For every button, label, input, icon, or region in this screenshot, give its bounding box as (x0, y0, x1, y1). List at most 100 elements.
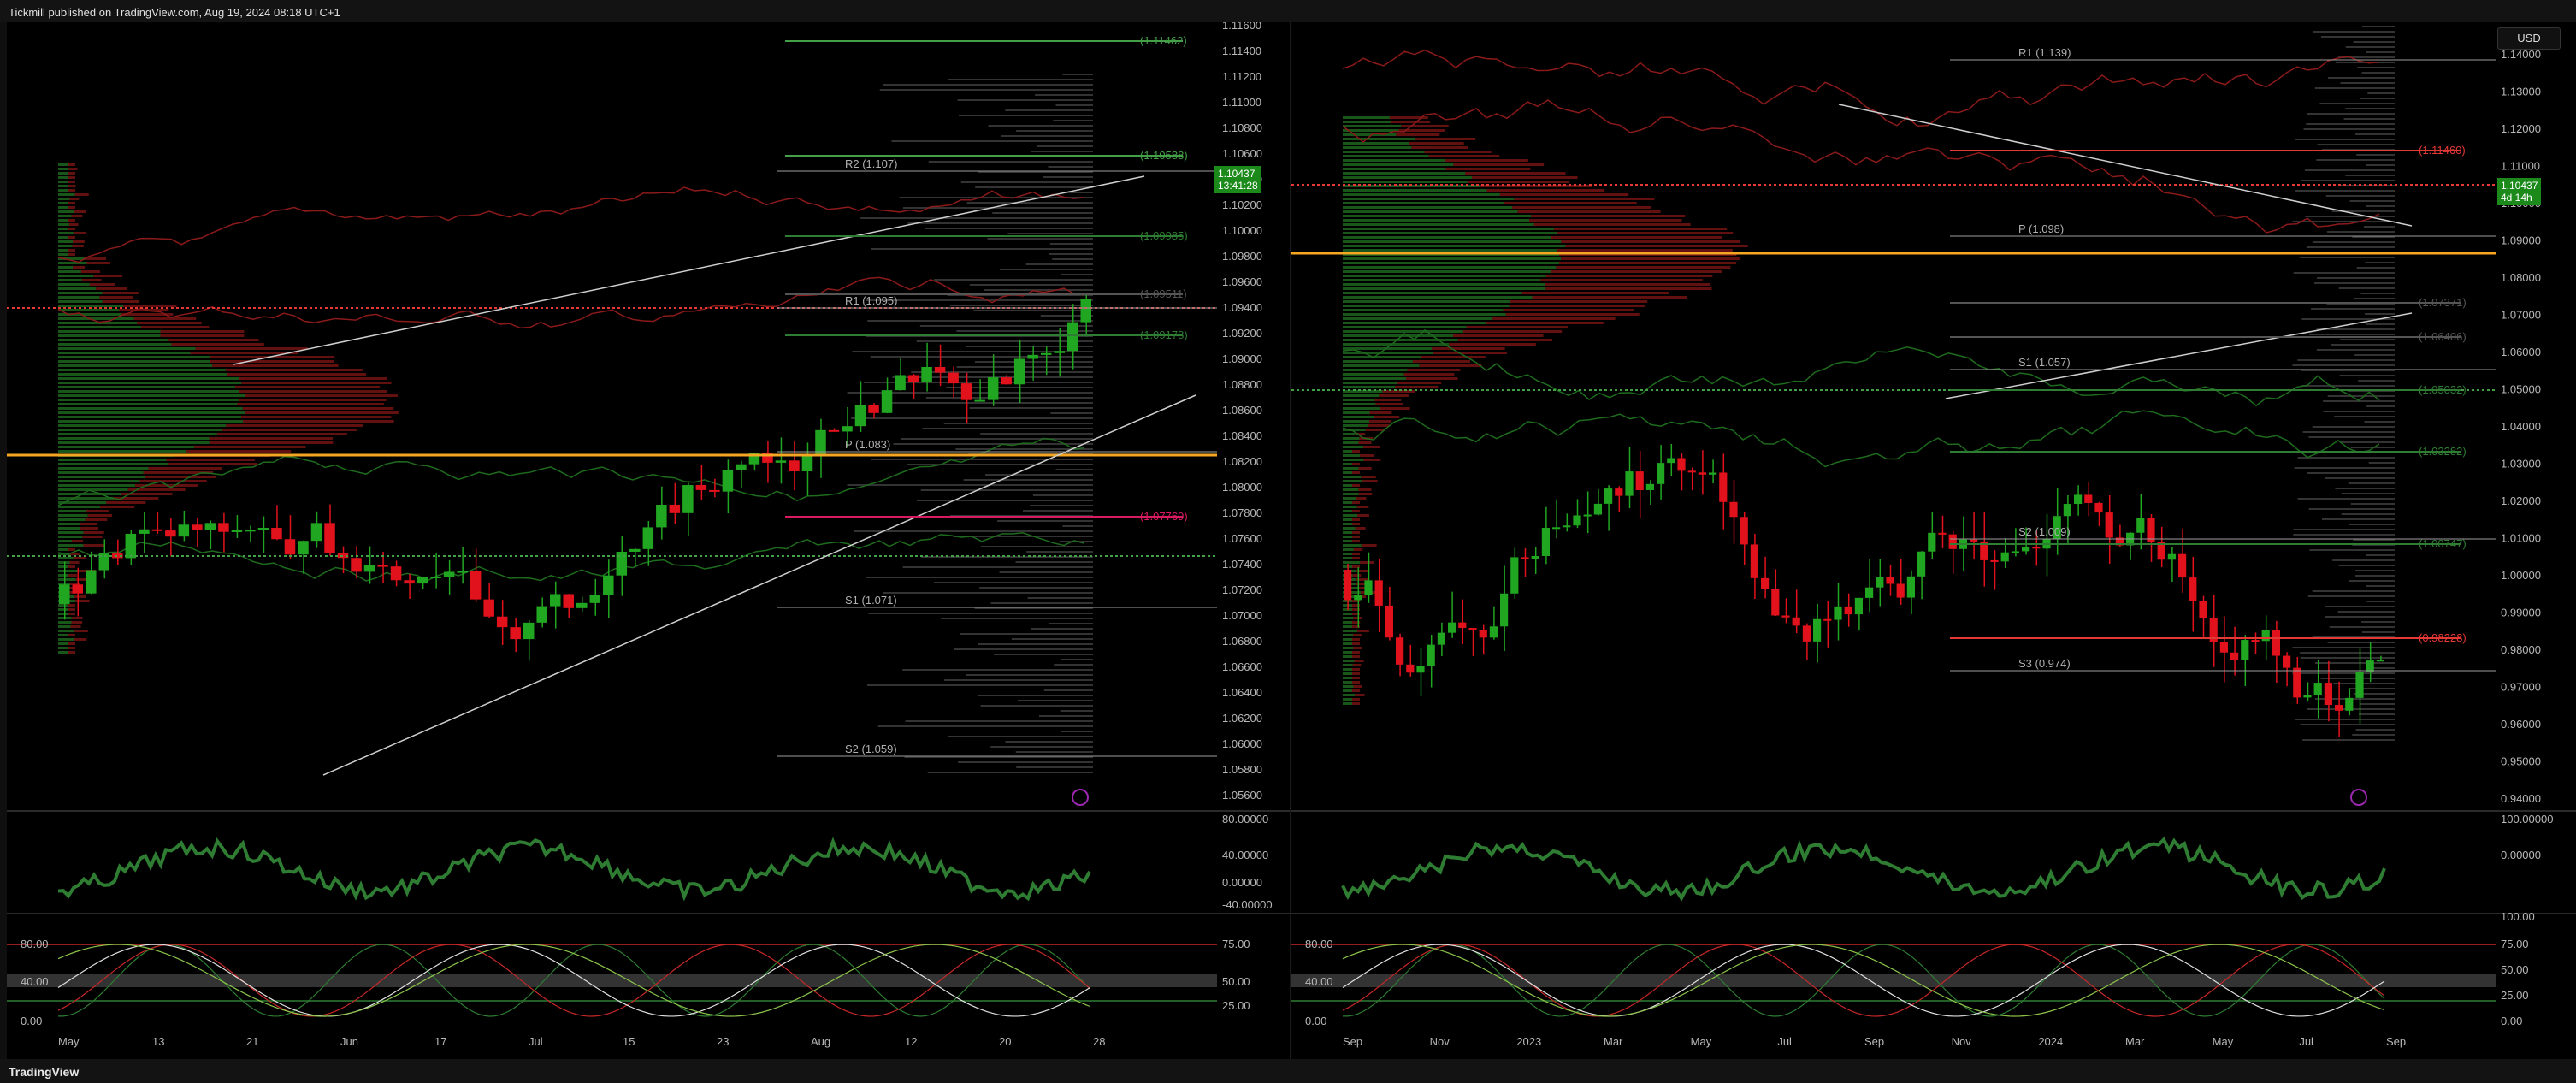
volume-profile-bar (1343, 672, 1352, 675)
volume-profile-bar (80, 270, 100, 273)
candle-body (1781, 615, 1790, 618)
volume-profile-bar (58, 471, 144, 474)
range-profile-bar (988, 125, 1093, 127)
x-axis-tick: May (1691, 1035, 1712, 1048)
volume-profile-bar (68, 613, 75, 615)
range-profile-bar (905, 720, 1093, 722)
range-profile-bar (2355, 133, 2395, 135)
osc2-left-tick: 0.00 (21, 1015, 42, 1027)
range-profile-bar (2294, 467, 2395, 469)
range-profile-bar (2329, 626, 2395, 628)
candle-body (1761, 577, 1770, 589)
volume-profile-bar (58, 305, 124, 307)
volume-profile-bar (1352, 681, 1360, 684)
x-axis-tick: Nov (1430, 1035, 1450, 1048)
volume-profile-bar (68, 189, 75, 192)
volume-profile-bar (58, 356, 210, 358)
range-profile-bar (2293, 529, 2395, 530)
volume-profile-bar (58, 424, 227, 427)
volume-profile-bar (1343, 463, 1352, 465)
volume-profile-bar (1514, 198, 1655, 200)
range-profile-bar (2358, 380, 2395, 382)
range-profile-bar (944, 679, 1093, 681)
range-profile-bar (1025, 263, 1093, 265)
volume-profile-bar (1358, 441, 1372, 444)
volume-profile-bar (58, 544, 84, 547)
volume-profile-bar (1343, 403, 1376, 405)
right-chart-canvas[interactable]: R1 (1.139) P (1.098) S1 (1.057) S2 (1.009) S… (1291, 22, 2576, 1059)
volume-profile-bar (74, 638, 87, 641)
candle-body (842, 426, 853, 432)
fib-label: (1.03282) (2419, 445, 2467, 458)
range-profile-bar (860, 217, 1093, 219)
volume-profile-bar (58, 647, 68, 649)
candle-body (178, 524, 190, 537)
range-profile-bar (2301, 385, 2395, 387)
bollinger-band (57, 186, 1085, 263)
candle-body (1970, 539, 1978, 542)
tradingview-logo[interactable]: TradingView (9, 1065, 79, 1079)
volume-profile-bar (1374, 416, 1400, 418)
volume-profile-bar (58, 180, 68, 183)
fib-label: (0.98228) (2419, 631, 2467, 644)
volume-profile-bar (1421, 356, 1486, 358)
range-profile-bar (987, 238, 1093, 240)
candle-body (192, 524, 203, 530)
candle-body (457, 571, 468, 573)
volume-profile-bar (186, 450, 292, 453)
fib-label: (1.09178) (1140, 328, 1188, 341)
volume-profile-bar (1343, 454, 1361, 457)
range-profile-bar (1061, 731, 1093, 732)
volume-profile-bar (1353, 548, 1363, 551)
y-axis-tick: 0.95000 (2501, 755, 2541, 768)
volume-profile-bar (1352, 484, 1361, 487)
range-profile-bar (2333, 683, 2395, 684)
range-profile-bar (990, 602, 1093, 604)
range-profile-bar (2365, 205, 2395, 207)
volume-profile-bar (1499, 193, 1629, 196)
volume-profile-bar (1409, 142, 1464, 145)
volume-profile-bar (74, 193, 89, 196)
volume-profile-bar (1343, 279, 1541, 281)
osc2-right-tick: 75.00 (1222, 938, 1250, 950)
y-axis-tick: 0.98000 (2501, 643, 2541, 656)
left-chart-panel[interactable]: R2 (1.107) R1 (1.095) P (1.083) S1 (1.071) S… (7, 22, 1291, 1059)
volume-profile-bar (1343, 129, 1399, 132)
volume-profile-bar (1352, 698, 1360, 701)
candle-body (204, 523, 216, 530)
volume-profile-bar (1353, 647, 1362, 649)
candle-body (1657, 463, 1665, 484)
volume-profile-bar (1360, 454, 1374, 457)
candle-body (1054, 351, 1065, 353)
range-profile-bar (2348, 482, 2395, 484)
range-profile-bar (883, 84, 1093, 86)
left-chart-canvas[interactable]: R2 (1.107) R1 (1.095) P (1.083) S1 (1.071) S… (7, 22, 1291, 1059)
volume-profile-bar (71, 617, 83, 619)
currency-button[interactable]: USD (2497, 27, 2561, 50)
candle-body (2063, 504, 2071, 517)
range-profile-bar (866, 299, 1093, 301)
range-profile-bar (2295, 719, 2395, 720)
y-axis-tick: 1.05800 (1222, 763, 1262, 776)
range-profile-bar (2312, 241, 2395, 243)
range-profile-bar (2365, 313, 2395, 315)
volume-profile-bar (1531, 215, 1686, 217)
volume-profile-bar (58, 206, 68, 209)
right-chart-panel[interactable]: R1 (1.139) P (1.098) S1 (1.057) S2 (1.009) S… (1291, 22, 2576, 1059)
candle-body (1066, 322, 1078, 352)
volume-profile-bar (1343, 322, 1486, 324)
candle-body (1677, 458, 1686, 471)
volume-profile-bar (1533, 223, 1691, 226)
candle-body (59, 584, 70, 604)
volume-profile-bar (1358, 488, 1372, 491)
range-profile-bar (2341, 493, 2395, 494)
range-profile-bar (949, 305, 1093, 306)
x-axis-tick: Jun (340, 1035, 358, 1048)
candle-body (854, 405, 866, 427)
volume-profile-bar (58, 651, 68, 654)
volume-profile-bar (1343, 193, 1500, 196)
candle-body (2000, 552, 2009, 562)
volume-profile-bar (1556, 266, 1731, 269)
candle-body (1802, 625, 1811, 642)
volume-profile-bar (72, 245, 84, 247)
